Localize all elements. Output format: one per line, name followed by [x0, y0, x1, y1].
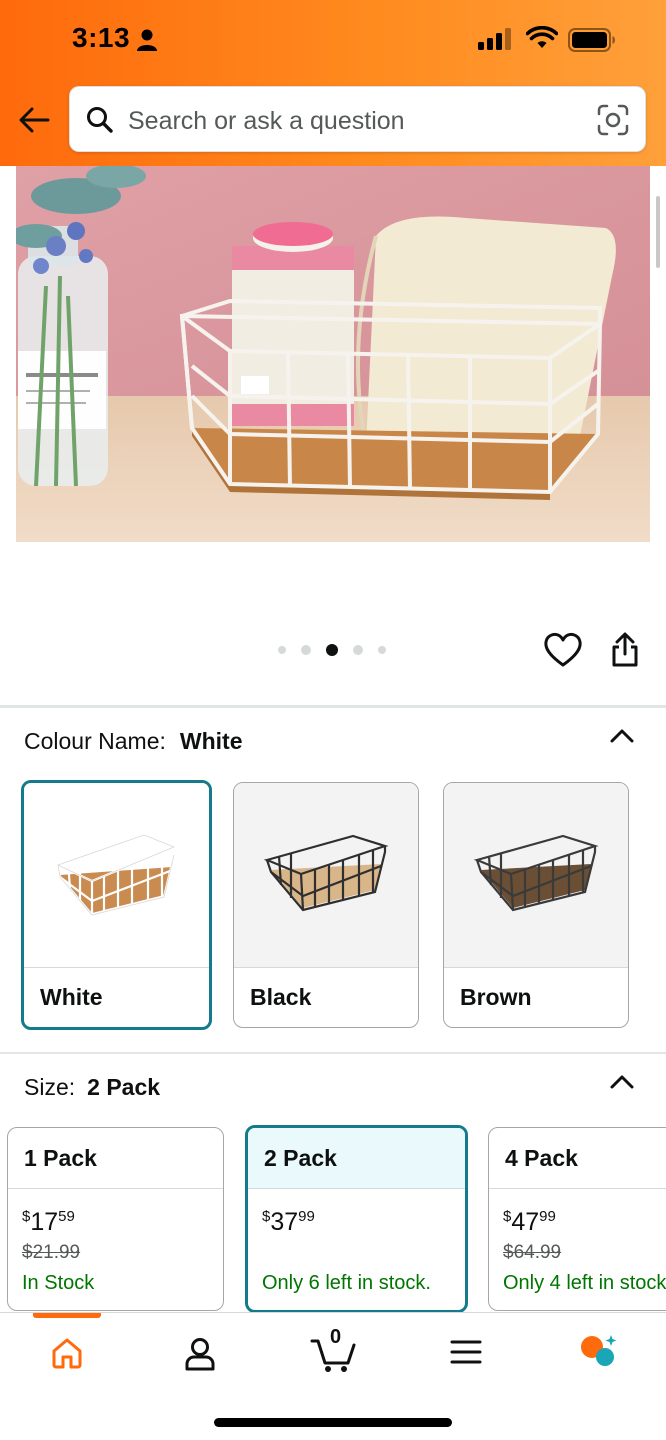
- scroll-indicator[interactable]: [656, 196, 660, 268]
- signal-icon: [478, 28, 511, 50]
- camera-lens-icon[interactable]: [597, 104, 629, 136]
- swatch-label: Brown: [460, 984, 532, 1010]
- battery-icon: [568, 28, 615, 52]
- stock-status: Only 4 left in stock.: [503, 1272, 666, 1294]
- search-placeholder: Search or ask a question: [128, 107, 405, 135]
- colour-option-brown[interactable]: Brown: [443, 782, 629, 1028]
- size-heading: Size: 2 Pack: [24, 1074, 160, 1101]
- basket-white-thumbnail: [54, 833, 177, 917]
- product-photo: [16, 166, 650, 542]
- home-indicator[interactable]: [214, 1418, 452, 1427]
- carousel-dot[interactable]: [301, 645, 311, 655]
- colour-label: Colour Name:: [24, 728, 166, 754]
- heart-icon[interactable]: [543, 632, 583, 668]
- size-label: Size:: [24, 1074, 76, 1100]
- carousel-dots[interactable]: [278, 644, 386, 656]
- section-divider: [0, 1052, 666, 1054]
- account-icon[interactable]: [184, 1337, 216, 1371]
- search-input[interactable]: Search or ask a question: [69, 86, 646, 152]
- chevron-up-icon[interactable]: [608, 1072, 636, 1092]
- menu-icon[interactable]: [450, 1339, 482, 1365]
- price: $1759: [22, 1208, 75, 1236]
- size-option-name: 4 Pack: [489, 1128, 666, 1189]
- price: $4799: [503, 1208, 556, 1236]
- cart-count: 0: [330, 1326, 342, 1348]
- chevron-up-icon[interactable]: [608, 726, 636, 746]
- size-option-1-pack[interactable]: 1 Pack $1759 $21.99 In Stock: [7, 1127, 224, 1311]
- size-option-name: 1 Pack: [8, 1128, 223, 1189]
- size-option-4-pack[interactable]: 4 Pack $4799 $64.99 Only 4 left in stock…: [488, 1127, 666, 1311]
- list-price: $21.99: [22, 1242, 81, 1263]
- wifi-icon: [526, 26, 558, 48]
- section-divider: [0, 705, 666, 708]
- search-icon: [87, 107, 113, 133]
- swatch-image: [234, 783, 418, 968]
- carousel-dot-active[interactable]: [326, 644, 338, 656]
- size-option-2-pack[interactable]: 2 Pack $3799 Only 6 left in stock.: [245, 1125, 468, 1313]
- colour-option-black[interactable]: Black: [233, 782, 419, 1028]
- price: $3799: [262, 1208, 315, 1236]
- list-price: $64.99: [503, 1242, 562, 1263]
- colour-option-white[interactable]: White: [21, 780, 212, 1030]
- carousel-dot[interactable]: [353, 645, 363, 655]
- app-header: 3:13 Search or ask a question: [0, 0, 666, 166]
- swatch-image: [24, 783, 209, 968]
- stock-status: Only 6 left in stock.: [262, 1272, 431, 1294]
- swatch-label: White: [40, 984, 103, 1010]
- size-option-name: 2 Pack: [248, 1128, 465, 1189]
- colour-heading: Colour Name: White: [24, 728, 243, 755]
- carousel-dot[interactable]: [378, 646, 386, 654]
- basket-black-thumbnail: [263, 834, 389, 912]
- nav-active-indicator: [33, 1313, 101, 1318]
- swatch-image: [444, 783, 628, 968]
- back-arrow-icon[interactable]: [14, 100, 54, 140]
- rufus-icon[interactable]: [578, 1333, 618, 1369]
- status-time: 3:13: [72, 22, 131, 53]
- person-icon: [137, 29, 157, 51]
- size-selected-value: 2 Pack: [87, 1074, 161, 1100]
- stock-status: In Stock: [22, 1272, 95, 1294]
- swatch-label: Black: [250, 984, 312, 1010]
- carousel-dot[interactable]: [278, 646, 286, 654]
- basket-brown-thumbnail: [473, 834, 599, 912]
- cart-button[interactable]: 0: [310, 1326, 358, 1373]
- product-image[interactable]: [16, 166, 650, 542]
- colour-selected-value: White: [179, 728, 243, 754]
- share-icon[interactable]: [610, 632, 640, 668]
- home-icon[interactable]: [50, 1337, 84, 1369]
